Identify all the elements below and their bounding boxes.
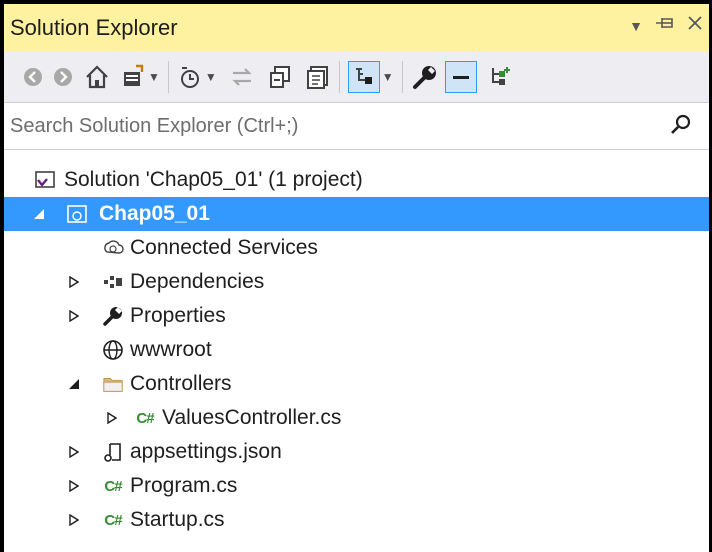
expanded-arrow-icon[interactable] — [32, 207, 46, 221]
pending-changes-icon[interactable]: ▼ — [177, 58, 217, 96]
tree-item-label: Properties — [130, 304, 226, 327]
new-solution-view-icon[interactable] — [487, 58, 513, 96]
tree-item-controllers[interactable]: Controllers — [4, 367, 709, 401]
solution-icon — [34, 169, 56, 191]
tree-item-connected-services[interactable]: Connected Services — [4, 231, 709, 265]
collapsed-arrow-icon[interactable] — [67, 445, 81, 459]
window-title: Solution Explorer — [10, 15, 178, 40]
switch-views-icon[interactable]: ▼ — [120, 58, 160, 96]
collapse-all-icon[interactable] — [267, 58, 293, 96]
csharp-file-icon: C# — [104, 511, 122, 529]
back-icon[interactable] — [22, 58, 44, 96]
toolbar-separator — [338, 61, 340, 93]
tree-item-project[interactable]: Chap05_01 — [4, 197, 709, 231]
forward-icon[interactable] — [52, 58, 74, 96]
json-file-icon — [102, 441, 124, 463]
connected-services-icon — [102, 237, 124, 259]
dependencies-icon — [102, 271, 124, 293]
preview-selected-items-icon[interactable] — [347, 61, 380, 93]
home-icon[interactable] — [84, 58, 110, 96]
collapsed-arrow-icon[interactable] — [67, 513, 81, 527]
tree-item-label: appsettings.json — [130, 440, 282, 463]
window-position-dropdown-icon[interactable]: ▼ — [629, 18, 643, 34]
collapsed-arrow-icon[interactable] — [67, 275, 81, 289]
tree-item-label: Dependencies — [130, 270, 265, 293]
tree-item-startup[interactable]: C# Startup.cs — [4, 503, 709, 537]
toolbar-separator — [401, 61, 403, 93]
tree-item-label: Controllers — [130, 372, 232, 395]
wrench-icon — [102, 305, 124, 327]
tree-item-solution[interactable]: Solution 'Chap05_01' (1 project) — [4, 163, 709, 197]
tree-item-wwwroot[interactable]: wwwroot — [4, 333, 709, 367]
tree-item-appsettings[interactable]: appsettings.json — [4, 435, 709, 469]
close-icon[interactable] — [687, 14, 703, 37]
preview-dropdown-icon[interactable]: ▼ — [382, 70, 394, 84]
toolbar-separator — [167, 61, 169, 93]
search-bar — [4, 103, 709, 150]
show-all-files-icon[interactable] — [305, 58, 331, 96]
tree-item-label: Solution 'Chap05_01' (1 project) — [64, 168, 363, 191]
tree-item-label: Connected Services — [130, 236, 318, 259]
title-controls: ▼ — [629, 14, 703, 37]
collapsed-arrow-icon[interactable] — [105, 411, 119, 425]
tree-item-values-controller[interactable]: C# ValuesController.cs — [4, 401, 709, 435]
tree-item-dependencies[interactable]: Dependencies — [4, 265, 709, 299]
tree-item-label: Chap05_01 — [99, 202, 210, 225]
globe-icon — [102, 339, 124, 361]
title-bar: Solution Explorer ▼ — [4, 4, 709, 52]
collapsed-arrow-icon[interactable] — [67, 309, 81, 323]
expanded-arrow-icon[interactable] — [67, 377, 81, 391]
search-input[interactable] — [4, 113, 652, 139]
tree-item-label: Program.cs — [130, 474, 238, 497]
sync-icon[interactable] — [229, 58, 255, 96]
search-icon[interactable] — [669, 113, 693, 142]
collapsed-arrow-icon[interactable] — [67, 479, 81, 493]
toolbar: ▼ ▼ ▼ — [4, 52, 709, 103]
auto-hide-pin-icon[interactable] — [655, 14, 675, 37]
csharp-file-icon: C# — [136, 409, 154, 427]
tree-item-properties[interactable]: Properties — [4, 299, 709, 333]
folder-icon — [102, 373, 124, 395]
solution-explorer-window: Solution Explorer ▼ ▼ ▼ ▼ Search Solutio… — [0, 0, 712, 552]
tree-item-program[interactable]: C# Program.cs — [4, 469, 709, 503]
csharp-file-icon: C# — [104, 477, 122, 495]
web-project-icon — [66, 203, 88, 225]
tree-item-label: Startup.cs — [130, 508, 225, 531]
pin-toggle-icon[interactable] — [444, 61, 477, 93]
properties-wrench-icon[interactable] — [411, 58, 439, 96]
tree-item-label: ValuesController.cs — [162, 406, 342, 429]
tree-item-label: wwwroot — [130, 338, 212, 361]
